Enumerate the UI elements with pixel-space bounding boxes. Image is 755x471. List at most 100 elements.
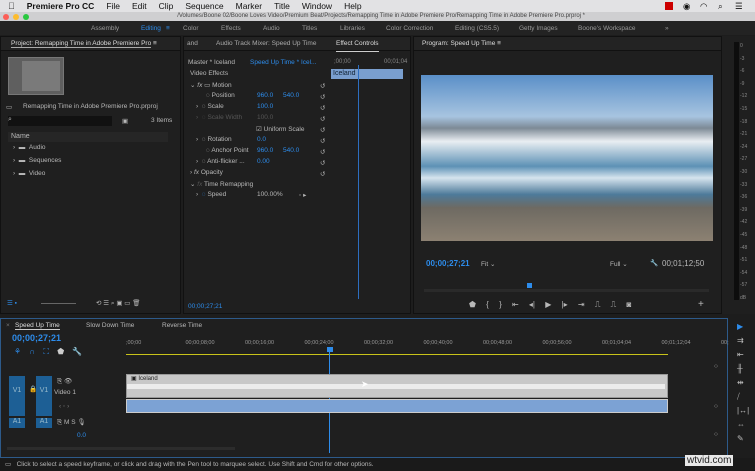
- ripple-edit-tool-icon[interactable]: ⇤: [737, 350, 744, 359]
- workspace-audio[interactable]: Audio: [263, 25, 280, 32]
- program-scrubber[interactable]: [424, 289, 709, 292]
- slip-tool-icon[interactable]: |↔|: [737, 406, 749, 415]
- a1-track-target[interactable]: A1: [36, 418, 52, 428]
- anchor-y-value[interactable]: 540.0: [283, 147, 299, 154]
- iceland-clip[interactable]: ▣ Iceland: [126, 374, 668, 398]
- transport-controls[interactable]: ⬟ { } ⇤ ◂| ▶ |▸ ⇥ ⎍ ⎍ ◙: [469, 300, 631, 310]
- speed-value[interactable]: 100.00%: [257, 191, 283, 198]
- zoom-window-button[interactable]: [23, 14, 29, 20]
- zoom-slider[interactable]: [41, 303, 76, 304]
- program-playhead[interactable]: [527, 283, 532, 288]
- audio-track-controls[interactable]: ⎘ M S 🎙: [57, 418, 86, 427]
- record-icon[interactable]: [665, 2, 673, 10]
- pen-tool-icon[interactable]: ✎: [737, 434, 744, 443]
- track-select-tool-icon[interactable]: ⇉: [737, 336, 744, 345]
- v1-track-target[interactable]: V1: [36, 376, 52, 416]
- sync-lock-icon[interactable]: ⎘ 👁: [57, 377, 72, 386]
- program-tab[interactable]: Program: Speed Up Time ≡: [414, 37, 721, 51]
- quality-dropdown[interactable]: Full ⌄: [610, 260, 628, 268]
- workspace-color-correction[interactable]: Color Correction: [386, 25, 433, 32]
- tab-source[interactable]: and: [187, 37, 198, 51]
- reset-icons[interactable]: ↺ ↺ ↺ ↺ ↺ ↺ ↺ ↺ ↺: [320, 81, 325, 180]
- wrench-icon[interactable]: 🔧: [650, 259, 658, 267]
- close-window-button[interactable]: [3, 14, 9, 20]
- search-icon[interactable]: ⌕: [718, 1, 723, 12]
- list-icon[interactable]: ☰: [735, 1, 743, 12]
- master-clip-label[interactable]: Master * Iceland: [188, 59, 235, 66]
- opacity-row[interactable]: › fx Opacity: [190, 169, 223, 176]
- timeline-hscroll[interactable]: [7, 447, 235, 450]
- work-area-bar[interactable]: [126, 354, 668, 355]
- tab-effect-controls[interactable]: Effect Controls: [336, 37, 379, 52]
- keyframe-nav-icon[interactable]: ◦ ▸: [299, 191, 306, 199]
- timeline-timecode[interactable]: 00;00;27;21: [12, 333, 61, 343]
- folder-video[interactable]: › ▬ Video: [13, 170, 45, 177]
- iceland-clip-lower[interactable]: [126, 399, 668, 413]
- workspace-color[interactable]: Color: [183, 25, 199, 32]
- rotation-value[interactable]: 0.0: [257, 136, 266, 143]
- keyframe-nav[interactable]: ‹ ◦ ›: [59, 403, 69, 410]
- workspace-editing[interactable]: Editing: [141, 25, 161, 32]
- tab-reverse-time[interactable]: Reverse Time: [162, 322, 202, 329]
- menu-edit[interactable]: Edit: [132, 1, 147, 11]
- project-bottom-icons[interactable]: ⟲ ☰ ⌕ ▣ ▭ 🗑: [96, 299, 140, 308]
- v1-source-patch[interactable]: V1: [9, 376, 25, 416]
- workspace-titles[interactable]: Titles: [302, 25, 317, 32]
- menu-title[interactable]: Title: [274, 1, 290, 11]
- menu-file[interactable]: File: [106, 1, 120, 11]
- anti-flicker-value[interactable]: 0.00: [257, 158, 270, 165]
- sync-icon[interactable]: ◉: [683, 1, 690, 12]
- fit-dropdown[interactable]: Fit ⌄: [481, 260, 496, 268]
- list-view-icon[interactable]: ☰ ▪: [7, 299, 17, 307]
- menu-window[interactable]: Window: [302, 1, 332, 11]
- selection-tool-icon[interactable]: ▶: [737, 322, 743, 331]
- workspace-assembly[interactable]: Assembly: [91, 25, 119, 32]
- ec-clip-bar[interactable]: Iceland: [331, 69, 403, 79]
- project-search-input[interactable]: ⌕: [8, 116, 112, 126]
- folder-sequences[interactable]: › ▬ Sequences: [13, 157, 61, 164]
- position-x-value[interactable]: 960.0: [257, 92, 273, 99]
- razor-tool-icon[interactable]: ⧸: [737, 392, 740, 402]
- anchor-x-value[interactable]: 960.0: [257, 147, 273, 154]
- menu-clip[interactable]: Clip: [159, 1, 174, 11]
- motion-row[interactable]: ⌄ fx ▭ Motion: [190, 81, 232, 89]
- app-name[interactable]: Premiere Pro CC: [27, 1, 95, 11]
- menu-help[interactable]: Help: [344, 1, 361, 11]
- timeline-tools[interactable]: ⚘ ∩ ⛶ ⬟ 🔧: [14, 347, 82, 357]
- add-button-icon[interactable]: +: [698, 299, 704, 310]
- wifi-icon[interactable]: ◠: [700, 1, 707, 12]
- position-y-value[interactable]: 540.0: [283, 92, 299, 99]
- tab-audio-track-mixer[interactable]: Audio Track Mixer: Speed Up Time: [216, 37, 316, 51]
- folder-audio[interactable]: › ▬ Audio: [13, 144, 46, 151]
- workspace-menu-icon[interactable]: ≡: [166, 25, 170, 32]
- workspace-boone[interactable]: Boone's Workspace: [578, 25, 635, 32]
- new-bin-icon[interactable]: ▣: [122, 117, 128, 125]
- scale-value[interactable]: 100.0: [257, 103, 273, 110]
- slide-tool-icon[interactable]: ⇔: [737, 420, 745, 429]
- uniform-scale-checkbox[interactable]: ☑ Uniform Scale: [256, 125, 304, 133]
- workspace-editing-cs55[interactable]: Editing (CS5.5): [455, 25, 499, 32]
- audio-volume[interactable]: 0.0: [77, 432, 86, 439]
- apple-icon[interactable]: : [8, 1, 15, 11]
- minimize-window-button[interactable]: [13, 14, 19, 20]
- program-timecode[interactable]: 00;00;27;21: [426, 259, 470, 268]
- workspace-libraries[interactable]: Libraries: [340, 25, 365, 32]
- menu-sequence[interactable]: Sequence: [185, 1, 223, 11]
- tab-speed-up-time[interactable]: Speed Up Time: [15, 322, 60, 330]
- vscroll-handle[interactable]: ○: [714, 403, 718, 410]
- vscroll-handle[interactable]: ○: [714, 363, 718, 370]
- project-tab[interactable]: Project: Remapping Time in Adobe Premier…: [1, 37, 180, 51]
- name-column-header[interactable]: Name: [8, 132, 168, 142]
- vscroll-handle[interactable]: ○: [714, 431, 718, 438]
- program-video-frame[interactable]: [421, 75, 713, 241]
- playhead-handle[interactable]: [327, 347, 333, 352]
- speed-rubber-band[interactable]: [127, 384, 665, 389]
- time-remapping-row[interactable]: ⌄ fx Time Remapping: [190, 180, 253, 188]
- rolling-edit-tool-icon[interactable]: ╫: [737, 364, 743, 373]
- rate-stretch-tool-icon[interactable]: ⇹: [737, 378, 744, 387]
- sequence-clip-dropdown[interactable]: Speed Up Time * Icel...: [250, 59, 316, 66]
- tab-slow-down-time[interactable]: Slow Down Time: [86, 322, 134, 329]
- ec-timecode[interactable]: 00;00;27;21: [188, 303, 222, 310]
- workspace-getty[interactable]: Getty Images: [519, 25, 558, 32]
- more-workspaces-icon[interactable]: »: [665, 25, 669, 32]
